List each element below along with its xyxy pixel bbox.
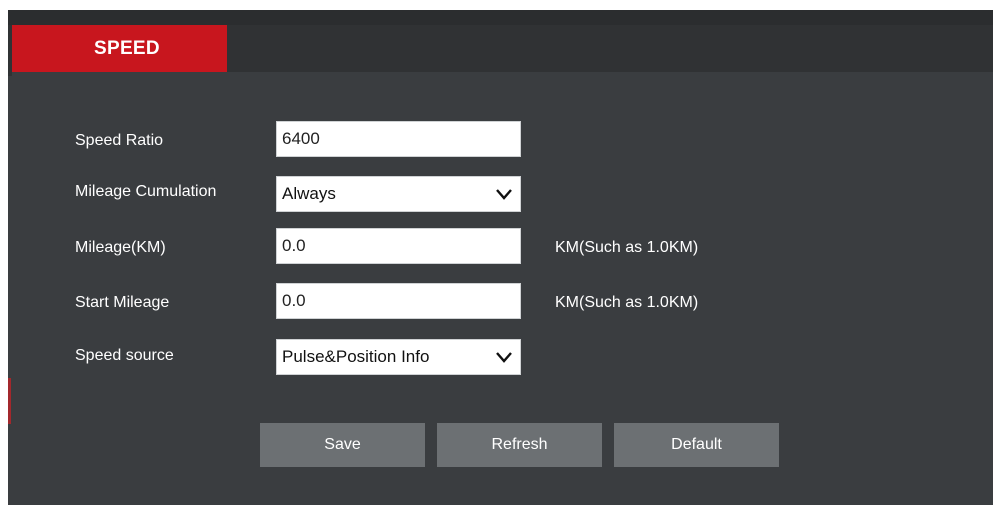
chevron-down-icon[interactable] bbox=[496, 349, 512, 365]
side-marker bbox=[8, 378, 11, 424]
speed-ratio-input[interactable]: 6400 bbox=[276, 121, 521, 157]
speed-source-value: Pulse&Position Info bbox=[282, 347, 430, 366]
save-button[interactable]: Save bbox=[260, 423, 425, 467]
start-mileage-input[interactable]: 0.0 bbox=[276, 283, 521, 319]
mileage-label: Mileage(KM) bbox=[75, 239, 166, 256]
default-button[interactable]: Default bbox=[614, 423, 779, 467]
mileage-cumulation-label: Mileage Cumulation bbox=[75, 183, 217, 200]
start-mileage-hint: KM(Such as 1.0KM) bbox=[555, 294, 699, 311]
tab-divider bbox=[12, 72, 993, 76]
tab-bar-top bbox=[8, 10, 993, 25]
mileage-input[interactable]: 0.0 bbox=[276, 228, 521, 264]
chevron-down-icon[interactable] bbox=[496, 186, 512, 202]
left-gutter bbox=[0, 0, 8, 505]
speed-source-select[interactable]: Pulse&Position Info bbox=[276, 339, 521, 375]
speed-source-label: Speed source bbox=[75, 347, 174, 364]
mileage-cumulation-value: Always bbox=[282, 184, 336, 203]
speed-ratio-label: Speed Ratio bbox=[75, 132, 164, 149]
start-mileage-label: Start Mileage bbox=[75, 294, 170, 311]
refresh-button[interactable]: Refresh bbox=[437, 423, 602, 467]
tab-speed[interactable]: SPEED bbox=[12, 25, 227, 72]
mileage-hint: KM(Such as 1.0KM) bbox=[555, 239, 699, 256]
mileage-cumulation-select[interactable]: Always bbox=[276, 176, 521, 212]
